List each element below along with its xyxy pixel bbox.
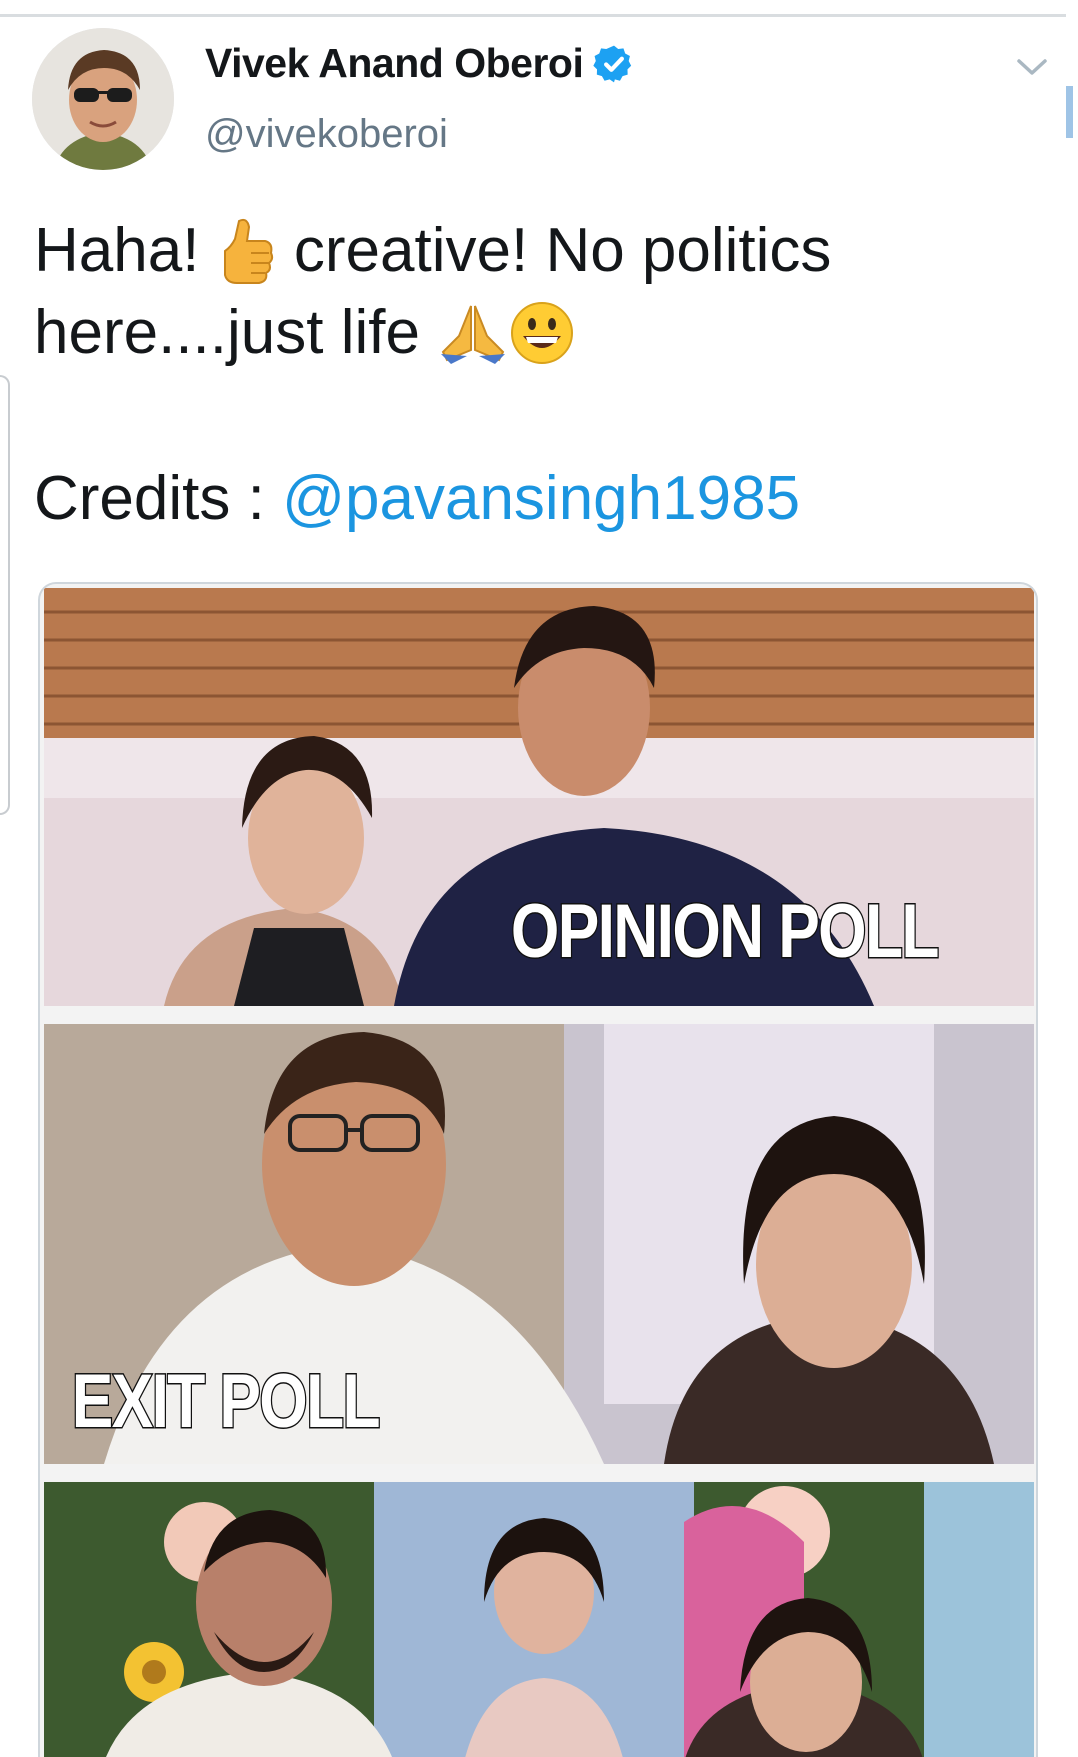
tweet-text-segment: creative! No politics [276,216,832,285]
grinning-face-icon [511,302,574,364]
author-name-row[interactable]: Vivek Anand Oberoi [205,40,635,87]
credits-mention-link[interactable]: @pavansingh1985 [282,464,800,533]
meme-photo-3 [44,1482,1034,1757]
author-handle[interactable]: @vivekoberoi [205,112,448,157]
tweet-text-segment: here....just life [34,298,438,367]
avatar-image [32,28,174,170]
top-divider [0,14,1066,17]
scroll-indicator[interactable] [1066,86,1073,138]
tweet-media-image[interactable]: OPINION POLL EXIT POLL [38,582,1038,1757]
folded-hands-icon [441,305,506,364]
verified-badge-icon [593,45,632,82]
meme-caption-opinion-poll: OPINION POLL [510,888,941,976]
chevron-down-icon[interactable] [1015,54,1049,80]
tweet-credits: Credits : @pavansingh1985 [34,458,800,540]
tweet-text-segment: Haha! [34,216,217,285]
thumbs-up-icon [223,218,273,284]
credits-label: Credits : [34,464,283,533]
tweet-text-line-2: here....just life [34,292,1034,374]
author-avatar[interactable] [32,28,174,170]
meme-caption-exit-poll: EXIT POLL [70,1358,381,1446]
meme-panel-2: EXIT POLL [44,1024,1034,1464]
meme-panel-3 [44,1482,1034,1757]
tweet-text-line-1: Haha! creative! No politics [34,210,1034,292]
author-name[interactable]: Vivek Anand Oberoi [205,40,584,87]
scroll-edge-left [0,375,10,815]
tweet-text: Haha! creative! No politics here....just… [34,210,1034,374]
meme-panel-1: OPINION POLL [44,588,1034,1006]
